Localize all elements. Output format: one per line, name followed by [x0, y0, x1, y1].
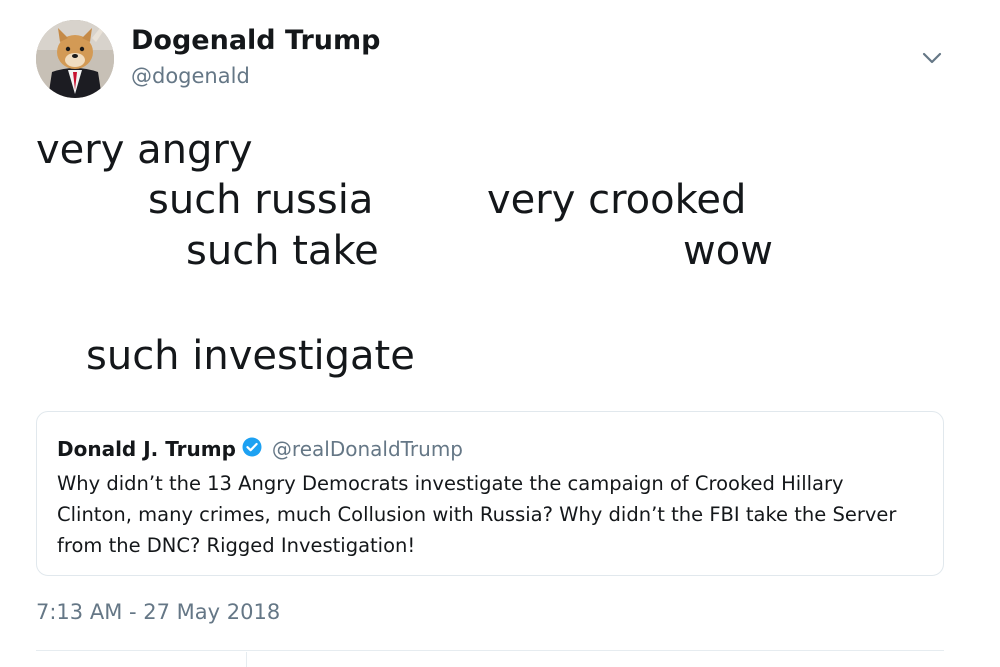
divider [36, 650, 944, 651]
chevron-down-icon[interactable] [918, 44, 946, 72]
quoted-tweet-body: Why didn’t the 13 Angry Democrats invest… [57, 468, 927, 561]
quoted-body-line: Why didn’t the 13 Angry Democrats invest… [57, 472, 844, 495]
tweet-timestamp[interactable]: 7:13 AM - 27 May 2018 [36, 600, 280, 624]
user-handle[interactable]: @dogenald [131, 64, 250, 88]
quoted-body-line: from the DNC? Rigged Investigation! [57, 534, 416, 557]
doge-avatar-icon [36, 20, 114, 98]
tweet-line: very crooked [487, 177, 747, 223]
quoted-body-line: Clinton, many crimes, much Collusion wit… [57, 503, 897, 526]
quoted-author-handle: @realDonaldTrump [271, 436, 463, 461]
tweet-line: such take [186, 228, 379, 274]
tweet-line: very angry [36, 127, 253, 173]
display-name[interactable]: Dogenald Trump [131, 25, 380, 56]
stats-separator [246, 652, 247, 667]
tweet-line: such investigate [86, 333, 415, 379]
tweet-line: such russia [148, 177, 374, 223]
avatar[interactable] [36, 20, 114, 98]
quoted-author-name: Donald J. Trump [57, 436, 236, 461]
quoted-tweet-header: Donald J. Trump @realDonaldTrump [57, 436, 463, 461]
verified-badge-icon [242, 437, 262, 461]
quoted-tweet[interactable]: Donald J. Trump @realDonaldTrump Why did… [36, 411, 944, 576]
tweet-line: wow [683, 228, 773, 274]
